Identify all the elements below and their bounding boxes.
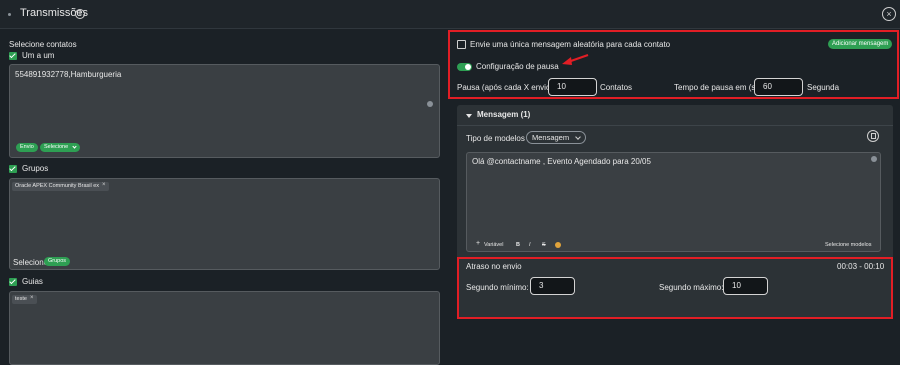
contacts-textarea[interactable]: 554891932778,Hamburgueria Envio Selecion… (9, 64, 440, 158)
message-text: Olá @contactname , Evento Agendado para … (472, 157, 651, 166)
clear-icon[interactable] (427, 101, 433, 107)
groups-pill[interactable]: Grupos (44, 257, 71, 266)
groups-checkbox[interactable] (9, 165, 17, 173)
strike-button[interactable]: S (542, 242, 546, 248)
guides-checkbox[interactable] (9, 278, 17, 286)
highlight-box-delay (457, 257, 893, 319)
settings-panel: Envie uma única mensagem aleatória para … (448, 30, 900, 363)
variable-button[interactable]: Variável (484, 242, 503, 248)
guides-label: Guias (22, 277, 43, 286)
model-type-select[interactable]: Mensagem (526, 131, 587, 144)
tag-remove-icon[interactable]: × (102, 182, 106, 188)
group-tag: Oracle APEX Community Brasil ex (12, 182, 110, 191)
section-title: Selecione contatos (9, 40, 77, 49)
groups-label: Grupos (22, 164, 49, 173)
groups-box[interactable]: Oracle APEX Community Brasil ex × Seleci… (9, 178, 440, 270)
one-by-one-label: Um a um (22, 51, 55, 60)
clear-icon[interactable] (871, 156, 877, 162)
contacts-value: 554891932778,Hamburgueria (15, 70, 122, 79)
copy-icon[interactable] (867, 130, 879, 142)
collapse-icon[interactable] (466, 114, 472, 118)
one-by-one-checkbox[interactable] (9, 52, 17, 60)
highlight-box-pause (448, 30, 899, 99)
model-type-label: Tipo de modelos (466, 134, 525, 143)
bold-button[interactable]: B (516, 242, 520, 248)
close-icon[interactable]: × (882, 7, 896, 21)
divider (457, 125, 893, 126)
plus-icon[interactable]: + (476, 240, 480, 247)
menu-dot-icon[interactable] (8, 13, 11, 16)
emoji-icon[interactable] (555, 242, 561, 248)
italic-button[interactable]: I (529, 242, 531, 248)
info-icon[interactable]: i (75, 9, 85, 19)
tag-remove-icon[interactable]: × (30, 295, 34, 301)
guides-box[interactable]: teste × (9, 291, 440, 365)
title-bar: Transmissões i × (0, 0, 900, 29)
select-models-button[interactable]: Selecione modelos (825, 242, 871, 248)
groups-selecione-label: Selecione (13, 258, 49, 267)
message-editor[interactable]: Olá @contactname , Evento Agendado para … (466, 152, 881, 252)
contacts-panel: Selecione contatos Um a um 554891932778,… (0, 30, 448, 365)
envio-pill[interactable]: Envio (16, 143, 38, 152)
message-section-title: Mensagem (1) (477, 110, 531, 119)
